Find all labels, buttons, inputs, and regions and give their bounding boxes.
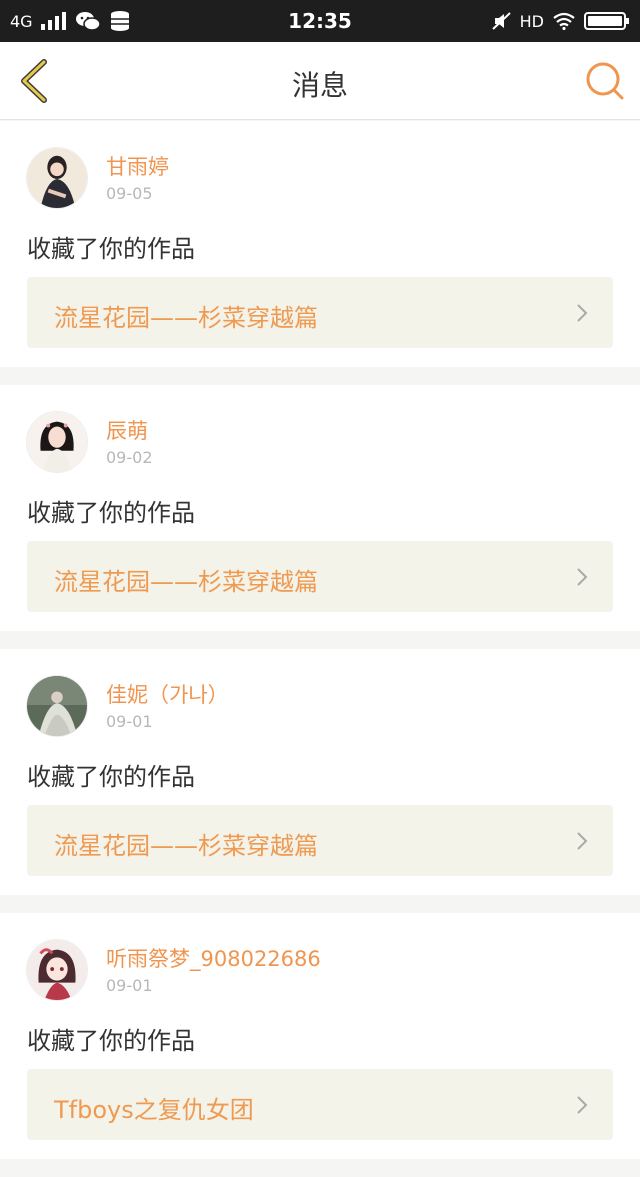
message-date: 09-01 <box>106 712 153 731</box>
work-link[interactable]: 流星花园——杉菜穿越篇 <box>27 805 613 876</box>
wifi-icon <box>553 12 575 30</box>
message-date: 09-02 <box>106 448 153 467</box>
user-name[interactable]: 佳妮（가나） <box>106 679 229 709</box>
chevron-right-icon <box>577 568 588 586</box>
message-card: 辰萌 09-02 收藏了你的作品 流星花园——杉菜穿越篇 <box>0 385 640 631</box>
message-card: 甘雨婷 09-05 收藏了你的作品 流星花园——杉菜穿越篇 <box>0 121 640 367</box>
nav-bar: 消息 <box>0 42 640 120</box>
work-title: Tfboys之复仇女团 <box>54 1096 254 1124</box>
network-label: 4G <box>10 11 33 31</box>
hd-label: HD <box>519 11 544 31</box>
work-title: 流星花园——杉菜穿越篇 <box>54 568 318 596</box>
action-text: 收藏了你的作品 <box>27 499 195 527</box>
message-card: 佳妮（가나） 09-01 收藏了你的作品 流星花园——杉菜穿越篇 <box>0 649 640 895</box>
message-card: 听雨祭梦_908022686 09-01 收藏了你的作品 Tfboys之复仇女团 <box>0 913 640 1159</box>
search-icon[interactable] <box>584 60 626 102</box>
status-right: HD <box>491 11 630 31</box>
action-text: 收藏了你的作品 <box>27 1027 195 1055</box>
message-date: 09-05 <box>106 184 153 203</box>
avatar[interactable] <box>26 939 88 1001</box>
mute-icon <box>491 12 511 30</box>
database-icon <box>110 11 129 31</box>
user-name[interactable]: 甘雨婷 <box>106 151 169 181</box>
chevron-right-icon <box>577 1096 588 1114</box>
signal-icon <box>40 12 66 30</box>
wechat-icon <box>75 12 101 31</box>
work-title: 流星花园——杉菜穿越篇 <box>54 304 318 332</box>
action-text: 收藏了你的作品 <box>27 763 195 791</box>
battery-icon <box>584 12 629 30</box>
avatar[interactable] <box>26 675 88 737</box>
status-bar: 4G 12:35 HD <box>0 0 640 42</box>
work-link[interactable]: 流星花园——杉菜穿越篇 <box>27 277 613 348</box>
work-title: 流星花园——杉菜穿越篇 <box>54 832 318 860</box>
work-link[interactable]: 流星花园——杉菜穿越篇 <box>27 541 613 612</box>
message-list: 甘雨婷 09-05 收藏了你的作品 流星花园——杉菜穿越篇 辰萌 09-02 收… <box>0 121 640 1177</box>
avatar[interactable] <box>26 147 88 209</box>
message-date: 09-01 <box>106 976 153 995</box>
user-name[interactable]: 辰萌 <box>106 415 148 445</box>
action-text: 收藏了你的作品 <box>27 235 195 263</box>
chevron-right-icon <box>577 832 588 850</box>
status-left: 4G <box>10 10 131 32</box>
page-title: 消息 <box>291 69 348 102</box>
work-link[interactable]: Tfboys之复仇女团 <box>27 1069 613 1140</box>
user-name[interactable]: 听雨祭梦_908022686 <box>106 943 321 973</box>
avatar[interactable] <box>26 411 88 473</box>
chevron-right-icon <box>577 304 588 322</box>
